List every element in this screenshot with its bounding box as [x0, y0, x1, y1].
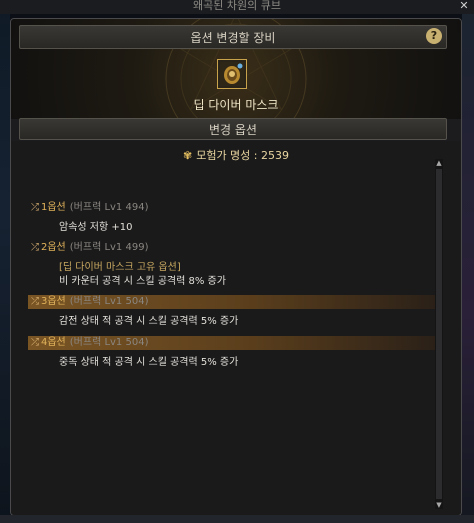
adventurer-fame: ✾ 모험가 명성 : 2539 [11, 147, 461, 163]
bottom-hud-strip [0, 515, 474, 523]
equipment-header-title: 옵션 변경할 장비 [190, 31, 276, 45]
option-number: 1옵션 [41, 202, 66, 213]
shuffle-icon: ⤮ [31, 242, 39, 253]
background-right [462, 0, 474, 523]
change-options-title: 변경 옵션 [209, 123, 257, 137]
option-2-header: ⤮ 2옵션 (버프력 Lv1 499) [31, 241, 148, 255]
option-tier: (버프력 Lv1 494) [69, 202, 149, 213]
shuffle-icon: ⤮ [31, 202, 39, 213]
change-options-header: 변경 옵션 [19, 118, 447, 140]
options-panel: ✾ 모험가 명성 : 2539 ⤮ 1옵션 (버프력 Lv1 494) 암속성 저항 … [11, 141, 461, 515]
fame-label: 모험가 명성 : 2539 [196, 149, 289, 162]
scroll-thumb[interactable] [436, 169, 442, 499]
option-tier: (버프력 Lv1 504) [69, 337, 149, 348]
item-name: 딥 다이버 마스크 [193, 98, 279, 112]
option-number: 2옵션 [41, 242, 66, 253]
cube-window: 옵션 변경할 장비 ? 딥 다이버 마스크 변경 옵션 ✾ 모험가 명성 : 25… [10, 18, 462, 516]
window-title: 왜곡된 차원의 큐브 [193, 0, 281, 12]
option-number: 3옵션 [41, 296, 66, 307]
close-button[interactable]: ✕ [458, 0, 470, 12]
option-tier: (버프력 Lv1 499) [69, 242, 149, 253]
scroll-down-icon[interactable]: ▼ [435, 501, 443, 509]
option-tier: (버프력 Lv1 504) [69, 296, 149, 307]
mask-item-icon[interactable] [217, 59, 247, 89]
fame-icon: ✾ [182, 149, 193, 162]
equipment-header: 옵션 변경할 장비 ? [19, 25, 447, 49]
option-number: 4옵션 [41, 337, 66, 348]
equipment-section: 옵션 변경할 장비 ? 딥 다이버 마스크 [11, 19, 461, 119]
help-button[interactable]: ? [426, 28, 442, 44]
option-text: 감전 상태 적 공격 시 스킬 공격력 5% 증가 [59, 316, 239, 327]
scroll-up-icon[interactable]: ▲ [435, 159, 443, 167]
background-left [0, 0, 10, 523]
title-bar: 왜곡된 차원의 큐브 ✕ [0, 0, 474, 14]
option-3-header: ⤮ 3옵션 (버프력 Lv1 504) [28, 295, 437, 309]
option-text: 비 카운터 공격 시 스킬 공격력 8% 증가 [59, 276, 226, 287]
option-text: 암속성 저항 +10 [59, 222, 133, 233]
shuffle-icon: ⤮ [31, 337, 39, 348]
option-4-header: ⤮ 4옵션 (버프력 Lv1 504) [28, 336, 437, 350]
option-1-header: ⤮ 1옵션 (버프력 Lv1 494) [31, 201, 148, 215]
options-scrollbar[interactable]: ▲ ▼ [435, 159, 443, 509]
option-unique-text: [딥 다이버 마스크 고유 옵션] [59, 262, 181, 273]
option-text: 중독 상태 적 공격 시 스킬 공격력 5% 증가 [59, 357, 239, 368]
shuffle-icon: ⤮ [31, 296, 39, 307]
